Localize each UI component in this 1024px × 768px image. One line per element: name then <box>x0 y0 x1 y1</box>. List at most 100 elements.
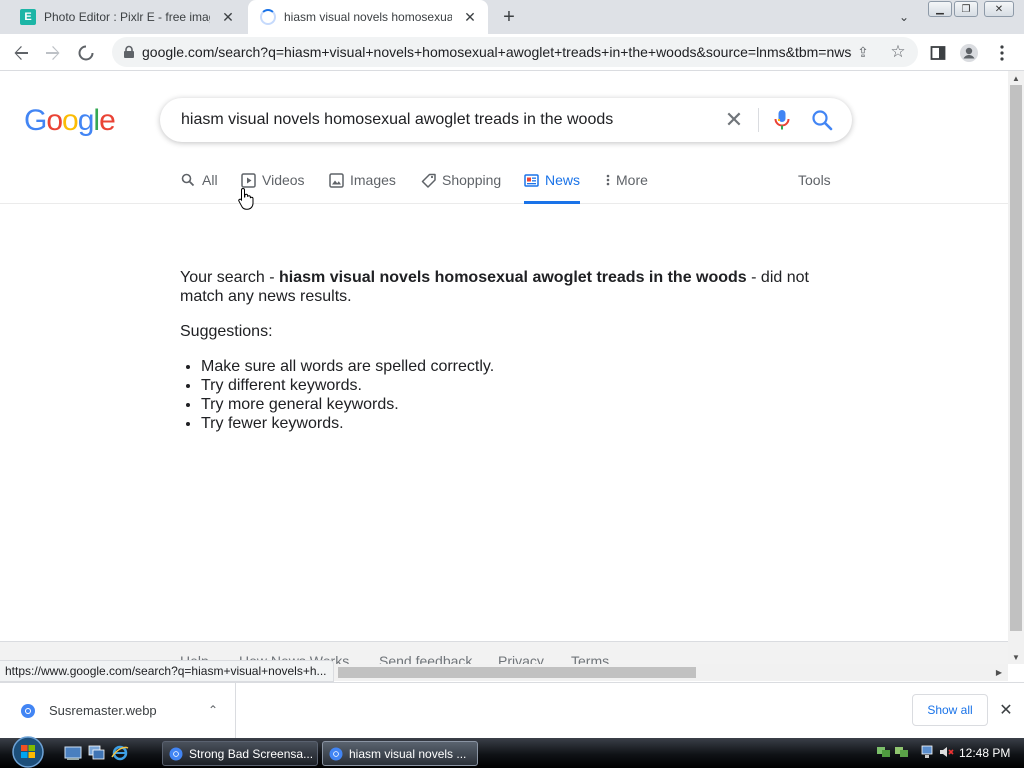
download-shelf: Susremaster.webp ⌃ Show all ✕ <box>0 682 1024 739</box>
scroll-right-icon[interactable]: ▶ <box>992 664 1006 681</box>
suggestions-title: Suggestions: <box>180 323 273 340</box>
close-tab-icon[interactable]: ✕ <box>460 7 480 27</box>
hand-cursor-icon <box>238 187 254 210</box>
taskbar-button-label: Strong Bad Screensa... <box>189 746 314 761</box>
no-results-query: hiasm visual novels homosexual awoglet t… <box>279 269 747 286</box>
taskbar-button-strong-bad[interactable]: Strong Bad Screensa... <box>162 741 318 766</box>
minimize-button[interactable]: ▁ <box>928 1 952 17</box>
switch-windows-icon[interactable] <box>88 745 106 761</box>
back-button[interactable] <box>8 40 34 66</box>
suggestion-item: Try more general keywords. <box>201 395 840 414</box>
loading-spinner-icon <box>260 9 276 25</box>
chrome-file-icon <box>21 704 35 718</box>
search-tabs: All Videos Images Shopping News More Too… <box>0 160 1008 204</box>
tab-label: More <box>616 172 648 188</box>
logo-letter: o <box>46 104 63 137</box>
google-logo[interactable]: Google <box>24 104 116 138</box>
logo-letter: o <box>62 104 79 137</box>
browser-toolbar: google.com/search?q=hiasm+visual+novels+… <box>0 34 1024 71</box>
tab-google-search[interactable]: hiasm visual novels homosexual awoglet t… <box>248 0 488 34</box>
close-shelf-icon[interactable]: ✕ <box>996 700 1016 720</box>
no-results-prefix: Your search - <box>180 269 280 286</box>
show-desktop-icon[interactable] <box>64 745 82 761</box>
no-results-message: Your search - hiasm visual novels homose… <box>180 268 840 433</box>
search-input[interactable]: hiasm visual novels homosexual awoglet t… <box>181 111 613 129</box>
close-tab-icon[interactable]: ✕ <box>218 7 238 27</box>
taskbar-button-hiasm[interactable]: hiasm visual novels ... <box>322 741 478 766</box>
start-orb-icon[interactable] <box>8 734 48 768</box>
tab-label: Tools <box>798 172 831 188</box>
browser-menu-button[interactable] <box>989 40 1015 66</box>
kebab-menu-icon <box>1000 45 1004 61</box>
address-bar[interactable]: google.com/search?q=hiasm+visual+novels+… <box>112 37 918 67</box>
chrome-icon <box>329 747 343 760</box>
tab-more[interactable]: More <box>604 160 648 204</box>
scroll-up-icon[interactable]: ▲ <box>1008 71 1024 85</box>
forward-arrow-icon <box>46 46 60 60</box>
logo-letter: G <box>24 104 47 137</box>
back-arrow-icon <box>14 46 28 60</box>
network-icon[interactable] <box>876 744 892 760</box>
more-vertical-icon <box>604 172 612 188</box>
newspaper-icon <box>524 172 539 188</box>
download-item[interactable]: Susremaster.webp ⌃ <box>0 683 236 739</box>
tab-label: Shopping <box>442 172 502 188</box>
scrollbar-thumb[interactable] <box>1010 85 1022 631</box>
microphone-icon[interactable] <box>772 109 792 131</box>
new-tab-button[interactable]: + <box>497 5 521 29</box>
volume-muted-icon[interactable] <box>938 744 954 760</box>
tab-search-chevron-icon[interactable]: ⌄ <box>894 7 914 27</box>
tab-pixlr[interactable]: E Photo Editor : Pixlr E - free image ✕ <box>8 0 246 34</box>
scroll-down-icon[interactable]: ▼ <box>1008 650 1024 664</box>
forward-button[interactable] <box>40 40 66 66</box>
connection-icon[interactable] <box>920 744 936 760</box>
internet-explorer-icon[interactable] <box>111 745 129 761</box>
video-play-icon <box>240 172 256 188</box>
clock[interactable]: 12:48 PM <box>959 746 1010 760</box>
system-tray: 12:48 PM <box>870 742 1024 764</box>
tab-title: hiasm visual novels homosexual awoglet t… <box>284 10 452 24</box>
side-panel-icon <box>930 46 946 60</box>
tab-news[interactable]: News <box>524 160 580 204</box>
status-url-bubble: https://www.google.com/search?q=hiasm+vi… <box>0 660 334 682</box>
logo-letter: g <box>77 104 95 137</box>
search-box[interactable]: hiasm visual novels homosexual awoglet t… <box>160 98 852 142</box>
close-window-button[interactable]: ✕ <box>984 1 1014 17</box>
suggestion-item: Try different keywords. <box>201 376 840 395</box>
search-icon[interactable] <box>811 109 833 131</box>
profile-button[interactable] <box>956 40 982 66</box>
profile-avatar-icon <box>960 44 978 62</box>
scrollbar-thumb[interactable] <box>338 667 696 678</box>
network-icon[interactable] <box>894 744 910 760</box>
chevron-up-icon[interactable]: ⌃ <box>204 701 222 719</box>
pixlr-favicon-icon: E <box>20 9 36 25</box>
show-all-button[interactable]: Show all <box>912 694 988 726</box>
search-icon <box>180 172 196 188</box>
taskbar: Strong Bad Screensa... hiasm visual nove… <box>0 736 1024 768</box>
restore-button[interactable]: ❐ <box>954 1 978 17</box>
suggestions-list: Make sure all words are spelled correctl… <box>201 357 840 433</box>
side-panel-button[interactable] <box>925 40 951 66</box>
tag-icon <box>420 172 436 188</box>
tab-all[interactable]: All <box>180 160 218 204</box>
tab-label: Videos <box>262 172 305 188</box>
tab-shopping[interactable]: Shopping <box>420 160 501 204</box>
no-results-text: Your search - hiasm visual novels homose… <box>180 268 840 306</box>
image-icon <box>328 172 344 188</box>
search-divider <box>758 108 759 132</box>
stop-loading-button[interactable] <box>73 40 99 66</box>
tab-title: Photo Editor : Pixlr E - free image <box>44 10 210 24</box>
url-text[interactable]: google.com/search?q=hiasm+visual+novels+… <box>142 44 852 60</box>
tab-label: Images <box>350 172 396 188</box>
vertical-scrollbar[interactable]: ▲ ▼ <box>1008 71 1024 664</box>
bookmark-star-icon[interactable]: ☆ <box>888 42 908 62</box>
loading-spinner-icon <box>78 45 94 61</box>
tools-button[interactable]: Tools <box>798 160 831 204</box>
chrome-icon <box>169 747 183 760</box>
clear-search-icon[interactable]: ✕ <box>722 107 746 132</box>
suggestion-item: Make sure all words are spelled correctl… <box>201 357 840 376</box>
tab-label: All <box>202 172 218 188</box>
share-icon[interactable]: ⇪ <box>854 43 872 61</box>
tab-images[interactable]: Images <box>328 160 396 204</box>
lock-icon[interactable] <box>122 45 136 59</box>
